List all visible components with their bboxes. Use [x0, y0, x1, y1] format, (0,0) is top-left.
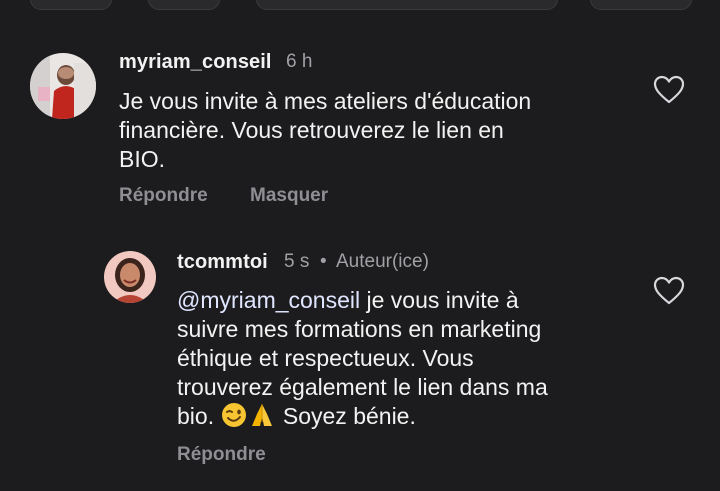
comment-text-line: BIO. [119, 146, 166, 172]
reply-text: @myriam_conseil je vous invite à suivre … [177, 286, 637, 435]
reply-text-line: @myriam_conseil je vous invite à [177, 286, 637, 315]
comment-item: myriam_conseil 6 h Je vous invite à mes … [0, 0, 720, 230]
reply-text-fragment: bio. [177, 403, 221, 429]
hide-button[interactable]: Masquer [250, 185, 328, 207]
comment-text: Je vous invite à mes ateliers d'éducatio… [119, 87, 639, 174]
avatar[interactable] [30, 53, 96, 119]
reply-button[interactable]: Répondre [119, 185, 208, 207]
avatar[interactable] [104, 251, 156, 303]
reply-item: tcommtoi 5 s • Auteur(ice) @myriam_conse… [0, 230, 720, 491]
comment-text-line: Je vous invite à mes ateliers d'éducatio… [119, 88, 532, 114]
mention-link[interactable]: @myriam_conseil [177, 287, 360, 313]
heart-outline-icon[interactable] [653, 276, 685, 306]
reply-text-line: trouverez également le lien dans ma [177, 374, 548, 400]
reply-text-line: suivre mes formations en marketing [177, 316, 542, 342]
reply-button[interactable]: Répondre [177, 444, 266, 466]
reply-text-line: éthique et respectueux. Vous [177, 345, 474, 371]
reply-timestamp: 5 s [284, 251, 310, 272]
comment-username[interactable]: myriam_conseil [119, 51, 272, 74]
comment-text-line: financière. Vous retrouverez le lien en [119, 117, 504, 143]
reply-username[interactable]: tcommtoi [177, 251, 268, 274]
reply-text-fragment: je vous invite à [360, 287, 519, 313]
heart-outline-icon[interactable] [653, 75, 685, 105]
meta-separator: • [320, 251, 327, 272]
folded-hands-emoji [248, 402, 276, 435]
reply-text-line: bio. Soyez bénie. [177, 402, 637, 435]
comment-timestamp: 6 h [286, 51, 313, 72]
author-badge: Auteur(ice) [336, 251, 429, 272]
reply-text-fragment: Soyez bénie. [276, 403, 416, 429]
wink-face-emoji [220, 402, 248, 435]
